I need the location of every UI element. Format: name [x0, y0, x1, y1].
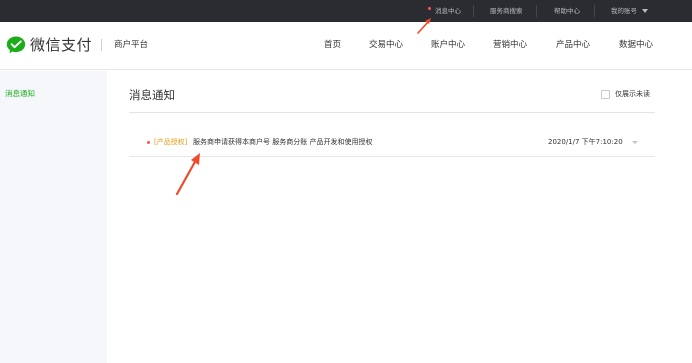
unread-dot — [428, 7, 431, 10]
nav-marketing-center[interactable]: 营销中心 — [493, 37, 527, 53]
unread-only-label[interactable]: 仅展示未读 — [615, 88, 650, 100]
sidebar-item-message-notice[interactable]: 消息通知 — [5, 88, 35, 100]
nav-data-center[interactable]: 数据中心 — [619, 37, 653, 53]
message-time: 2020/1/7 下午7:10:20 — [548, 138, 623, 146]
wechat-pay-logo-icon[interactable] — [6, 35, 26, 55]
unread-dot — [147, 141, 150, 144]
chevron-down-icon[interactable] — [632, 141, 638, 144]
brand-name[interactable]: 微信支付 — [30, 35, 92, 55]
brand-divider — [101, 39, 102, 51]
nav-account-center[interactable]: 账户中心 — [431, 37, 465, 53]
topbar-divider — [594, 5, 595, 17]
page-title: 消息通知 — [129, 88, 175, 102]
dropdown-caret-icon — [642, 8, 648, 13]
my-account-label: 我的账号 — [611, 7, 637, 15]
topbar-help-center[interactable]: 帮助中心 — [554, 0, 580, 22]
platform-name: 商户平台 — [114, 40, 149, 50]
sidebar: 消息通知 — [0, 71, 107, 363]
annotation-arrow-message — [175, 153, 200, 196]
nav-product-center[interactable]: 产品中心 — [556, 37, 590, 53]
title-divider — [129, 112, 655, 113]
message-row[interactable]: [产品授权] 服务商申请获得本商户号 服务商分账 产品开发和使用授权 2020/… — [129, 131, 655, 157]
message-text[interactable]: 服务商申请获得本商户号 服务商分账 产品开发和使用授权 — [193, 137, 372, 148]
topbar-my-account[interactable]: 我的账号 — [611, 0, 648, 22]
topbar-divider — [473, 5, 474, 17]
nav-home[interactable]: 首页 — [324, 37, 341, 53]
unread-only-checkbox[interactable] — [601, 90, 610, 99]
top-bar: 消息中心 服务商搜索 帮助中心 我的账号 — [0, 0, 692, 22]
topbar-divider — [536, 5, 537, 17]
nav-trade-center[interactable]: 交易中心 — [369, 37, 403, 53]
main-header: 微信支付 商户平台 首页 交易中心 账户中心 营销中心 产品中心 数据中心 — [0, 22, 692, 70]
message-tag: [产品授权] — [154, 138, 188, 146]
topbar-provider-search[interactable]: 服务商搜索 — [490, 0, 523, 22]
topbar-message-center[interactable]: 消息中心 — [435, 0, 461, 22]
